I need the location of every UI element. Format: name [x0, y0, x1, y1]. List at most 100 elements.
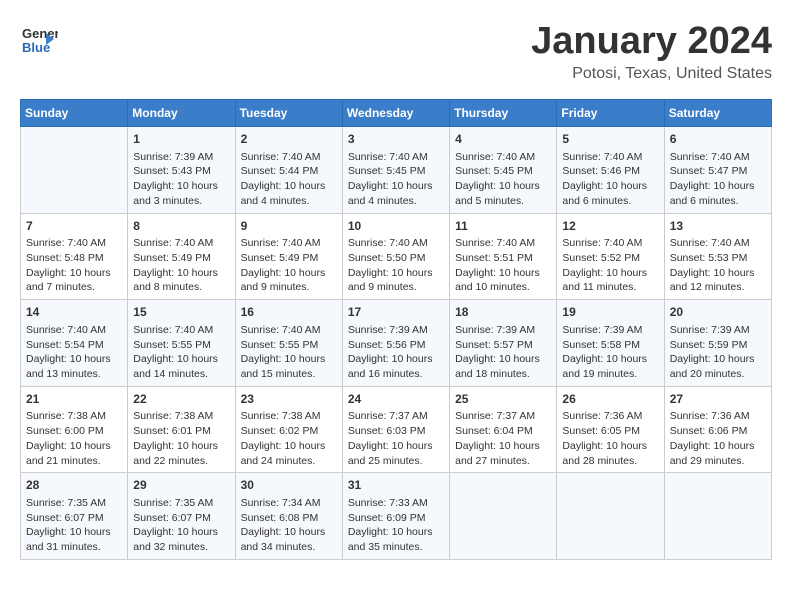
cell-content: Sunrise: 7:36 AMSunset: 6:05 PMDaylight:… — [562, 409, 658, 468]
day-number: 17 — [348, 304, 444, 321]
calendar-cell: 31Sunrise: 7:33 AMSunset: 6:09 PMDayligh… — [342, 473, 449, 560]
calendar-cell: 6Sunrise: 7:40 AMSunset: 5:47 PMDaylight… — [664, 127, 771, 214]
calendar-cell: 18 Sunrise: 7:39 AMSunset: 5:57 PMDayligh… — [450, 300, 557, 387]
svg-text:Blue: Blue — [22, 40, 50, 55]
day-number: 10 — [348, 218, 444, 235]
day-number: 1 — [133, 131, 229, 148]
day-number: 15 — [133, 304, 229, 321]
cell-content: Sunrise: 7:40 AMSunset: 5:49 PMDaylight:… — [241, 236, 337, 295]
cell-content: Sunrise: 7:38 AMSunset: 6:02 PMDaylight:… — [241, 409, 337, 468]
cell-content: Sunrise: 7:40 AMSunset: 5:50 PMDaylight:… — [348, 236, 444, 295]
calendar-cell — [450, 473, 557, 560]
day-number: 3 — [348, 131, 444, 148]
day-number: 2 — [241, 131, 337, 148]
day-number: 11 — [455, 218, 551, 235]
calendar-cell — [557, 473, 664, 560]
cell-content: Sunrise: 7:39 AMSunset: 5:57 PMDaylight:… — [455, 323, 551, 382]
day-number: 6 — [670, 131, 766, 148]
cell-content: Sunrise: 7:40 AMSunset: 5:51 PMDaylight:… — [455, 236, 551, 295]
cell-content: Sunrise: 7:38 AMSunset: 6:01 PMDaylight:… — [133, 409, 229, 468]
calendar-cell: 13Sunrise: 7:40 AMSunset: 5:53 PMDayligh… — [664, 213, 771, 300]
day-number: 5 — [562, 131, 658, 148]
day-number: 8 — [133, 218, 229, 235]
calendar-cell: 14Sunrise: 7:40 AMSunset: 5:54 PMDayligh… — [21, 300, 128, 387]
calendar-cell: 15 Sunrise: 7:40 AMSunset: 5:55 PMDayligh… — [128, 300, 235, 387]
calendar-cell: 24Sunrise: 7:37 AMSunset: 6:03 PMDayligh… — [342, 386, 449, 473]
cell-content: Sunrise: 7:40 AMSunset: 5:55 PMDaylight:… — [133, 323, 229, 382]
calendar-body: 1 Sunrise: 7:39 AMSunset: 5:43 PMDaylight… — [21, 127, 772, 560]
calendar-cell: 4Sunrise: 7:40 AMSunset: 5:45 PMDaylight… — [450, 127, 557, 214]
day-number: 28 — [26, 477, 122, 494]
calendar-cell: 10Sunrise: 7:40 AMSunset: 5:50 PMDayligh… — [342, 213, 449, 300]
week-row-1: 1 Sunrise: 7:39 AMSunset: 5:43 PMDaylight… — [21, 127, 772, 214]
cell-content: Sunrise: 7:40 AMSunset: 5:53 PMDaylight:… — [670, 236, 766, 295]
day-number: 23 — [241, 391, 337, 408]
day-number: 18 — [455, 304, 551, 321]
column-header-monday: Monday — [128, 100, 235, 127]
day-number: 29 — [133, 477, 229, 494]
day-number: 16 — [241, 304, 337, 321]
cell-content: Sunrise: 7:40 AMSunset: 5:52 PMDaylight:… — [562, 236, 658, 295]
cell-content: Sunrise: 7:39 AMSunset: 5:59 PMDaylight:… — [670, 323, 766, 382]
calendar-cell: 16Sunrise: 7:40 AMSunset: 5:55 PMDayligh… — [235, 300, 342, 387]
day-number: 14 — [26, 304, 122, 321]
calendar-cell: 22Sunrise: 7:38 AMSunset: 6:01 PMDayligh… — [128, 386, 235, 473]
cell-content: Sunrise: 7:35 AMSunset: 6:07 PMDaylight:… — [26, 496, 122, 555]
week-row-5: 28 Sunrise: 7:35 AMSunset: 6:07 PMDayligh… — [21, 473, 772, 560]
calendar-cell: 28 Sunrise: 7:35 AMSunset: 6:07 PMDayligh… — [21, 473, 128, 560]
calendar-cell: 1 Sunrise: 7:39 AMSunset: 5:43 PMDaylight… — [128, 127, 235, 214]
calendar-cell: 2 Sunrise: 7:40 AMSunset: 5:44 PMDaylight… — [235, 127, 342, 214]
week-row-2: 7Sunrise: 7:40 AMSunset: 5:48 PMDaylight… — [21, 213, 772, 300]
calendar-cell: 23Sunrise: 7:38 AMSunset: 6:02 PMDayligh… — [235, 386, 342, 473]
day-number: 19 — [562, 304, 658, 321]
calendar-cell: 17 Sunrise: 7:39 AMSunset: 5:56 PMDayligh… — [342, 300, 449, 387]
cell-content: Sunrise: 7:40 AMSunset: 5:48 PMDaylight:… — [26, 236, 122, 295]
calendar-cell: 12Sunrise: 7:40 AMSunset: 5:52 PMDayligh… — [557, 213, 664, 300]
logo-icon: General Blue — [20, 20, 58, 58]
cell-content: Sunrise: 7:40 AMSunset: 5:46 PMDaylight:… — [562, 150, 658, 209]
cell-content: Sunrise: 7:40 AMSunset: 5:45 PMDaylight:… — [455, 150, 551, 209]
day-number: 24 — [348, 391, 444, 408]
day-number: 26 — [562, 391, 658, 408]
calendar-cell: 20 Sunrise: 7:39 AMSunset: 5:59 PMDayligh… — [664, 300, 771, 387]
calendar-cell: 9Sunrise: 7:40 AMSunset: 5:49 PMDaylight… — [235, 213, 342, 300]
week-row-4: 21Sunrise: 7:38 AMSunset: 6:00 PMDayligh… — [21, 386, 772, 473]
calendar-cell: 7Sunrise: 7:40 AMSunset: 5:48 PMDaylight… — [21, 213, 128, 300]
column-header-tuesday: Tuesday — [235, 100, 342, 127]
cell-content: Sunrise: 7:39 AMSunset: 5:58 PMDaylight:… — [562, 323, 658, 382]
cell-content: Sunrise: 7:39 AMSunset: 5:56 PMDaylight:… — [348, 323, 444, 382]
cell-content: Sunrise: 7:39 AMSunset: 5:43 PMDaylight:… — [133, 150, 229, 209]
day-number: 30 — [241, 477, 337, 494]
day-number: 9 — [241, 218, 337, 235]
column-header-thursday: Thursday — [450, 100, 557, 127]
day-number: 21 — [26, 391, 122, 408]
cell-content: Sunrise: 7:40 AMSunset: 5:49 PMDaylight:… — [133, 236, 229, 295]
column-header-wednesday: Wednesday — [342, 100, 449, 127]
calendar-cell: 21Sunrise: 7:38 AMSunset: 6:00 PMDayligh… — [21, 386, 128, 473]
logo: General Blue — [20, 20, 58, 58]
day-number: 12 — [562, 218, 658, 235]
calendar-cell: 26Sunrise: 7:36 AMSunset: 6:05 PMDayligh… — [557, 386, 664, 473]
cell-content: Sunrise: 7:37 AMSunset: 6:03 PMDaylight:… — [348, 409, 444, 468]
calendar-table: SundayMondayTuesdayWednesdayThursdayFrid… — [20, 99, 772, 560]
day-number: 31 — [348, 477, 444, 494]
cell-content: Sunrise: 7:35 AMSunset: 6:07 PMDaylight:… — [133, 496, 229, 555]
cell-content: Sunrise: 7:40 AMSunset: 5:44 PMDaylight:… — [241, 150, 337, 209]
calendar-cell — [664, 473, 771, 560]
calendar-cell: 5 Sunrise: 7:40 AMSunset: 5:46 PMDaylight… — [557, 127, 664, 214]
day-number: 22 — [133, 391, 229, 408]
calendar-cell: 29 Sunrise: 7:35 AMSunset: 6:07 PMDayligh… — [128, 473, 235, 560]
day-number: 13 — [670, 218, 766, 235]
calendar-cell — [21, 127, 128, 214]
column-header-sunday: Sunday — [21, 100, 128, 127]
cell-content: Sunrise: 7:38 AMSunset: 6:00 PMDaylight:… — [26, 409, 122, 468]
cell-content: Sunrise: 7:37 AMSunset: 6:04 PMDaylight:… — [455, 409, 551, 468]
column-header-saturday: Saturday — [664, 100, 771, 127]
column-header-friday: Friday — [557, 100, 664, 127]
month-title: January 2024 — [531, 20, 772, 63]
location: Potosi, Texas, United States — [531, 65, 772, 83]
day-number: 20 — [670, 304, 766, 321]
calendar-cell: 8Sunrise: 7:40 AMSunset: 5:49 PMDaylight… — [128, 213, 235, 300]
calendar-cell: 30Sunrise: 7:34 AMSunset: 6:08 PMDayligh… — [235, 473, 342, 560]
cell-content: Sunrise: 7:40 AMSunset: 5:45 PMDaylight:… — [348, 150, 444, 209]
